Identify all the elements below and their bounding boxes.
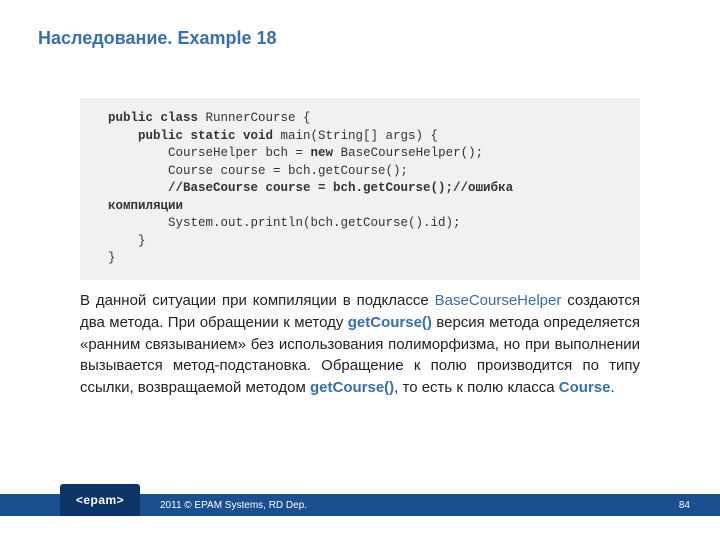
- footer-copyright: 2011 © EPAM Systems, RD Dep.: [160, 500, 307, 511]
- para-highlight: BaseCourseHelper: [435, 292, 562, 309]
- code-text: Course course = bch.getCourse();: [108, 164, 408, 178]
- code-kw: public class: [108, 111, 198, 125]
- code-text: RunnerCourse {: [198, 111, 311, 125]
- epam-logo: <epam>: [76, 493, 124, 507]
- para-highlight: Course: [559, 379, 611, 396]
- code-comment: //BaseCourse course = bch.getCourse();//…: [108, 181, 513, 195]
- code-text: main(String[] args) {: [273, 129, 438, 143]
- para-text: В данной ситуации при компиляции в подкл…: [80, 292, 435, 309]
- footer-logo-block: <epam>: [60, 484, 140, 516]
- para-highlight: getCourse(): [348, 314, 432, 331]
- code-text: CourseHelper bch =: [108, 146, 311, 160]
- code-text: }: [108, 251, 116, 265]
- code-kw: public static void: [108, 129, 273, 143]
- para-text: , то есть к полю класса: [394, 379, 559, 396]
- code-block: public class RunnerCourse { public stati…: [80, 98, 640, 280]
- code-text: }: [108, 234, 146, 248]
- code-comment: компиляции: [108, 199, 183, 213]
- slide-title: Наследование. Example 18: [38, 28, 277, 49]
- para-highlight: getCourse(): [310, 379, 394, 396]
- para-text: .: [610, 379, 614, 396]
- page-number: 84: [679, 500, 690, 511]
- code-kw: new: [311, 146, 334, 160]
- code-text: BaseCourseHelper();: [333, 146, 483, 160]
- code-text: System.out.println(bch.getCourse().id);: [108, 216, 461, 230]
- explanation-paragraph: В данной ситуации при компиляции в подкл…: [80, 290, 640, 399]
